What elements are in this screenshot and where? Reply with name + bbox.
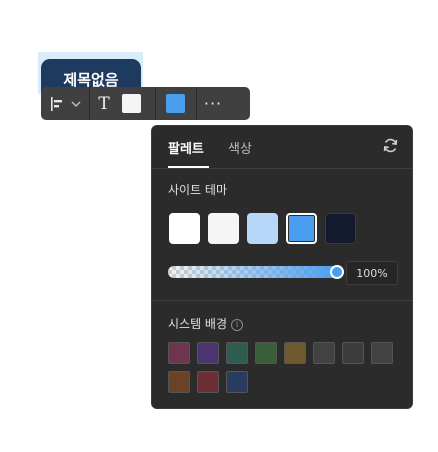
system-bg-swatches (168, 342, 398, 393)
system-bg-swatch[interactable] (342, 342, 364, 364)
tab-color[interactable]: 색상 (228, 138, 252, 157)
align-left-icon (50, 96, 62, 111)
opacity-value: 100% (356, 266, 388, 280)
theme-swatch[interactable] (208, 213, 239, 244)
system-bg-swatch[interactable] (197, 371, 219, 393)
align-dropdown-button[interactable] (41, 87, 89, 120)
text-style-button[interactable]: T (90, 87, 118, 120)
theme-swatch[interactable] (325, 213, 356, 244)
theme-swatch[interactable] (247, 213, 278, 244)
system-bg-swatch[interactable] (168, 342, 190, 364)
info-icon[interactable]: i (231, 319, 244, 331)
more-button[interactable]: ··· (197, 87, 229, 120)
system-bg-swatch[interactable] (168, 371, 190, 393)
theme-color-button[interactable] (156, 87, 194, 120)
tab-active-indicator (168, 166, 209, 168)
opacity-slider-thumb[interactable] (330, 265, 344, 279)
fill-color-button[interactable] (118, 87, 144, 120)
system-bg-title-row: 시스템 배경 i (168, 315, 244, 332)
system-bg-swatch[interactable] (226, 342, 248, 364)
theme-swatch[interactable] (169, 213, 200, 244)
section-divider (152, 300, 412, 301)
system-bg-title: 시스템 배경 (168, 317, 228, 331)
system-bg-swatch[interactable] (197, 342, 219, 364)
system-bg-swatch[interactable] (284, 342, 306, 364)
opacity-slider[interactable] (168, 265, 344, 279)
text-icon: T (98, 93, 110, 114)
system-bg-swatch[interactable] (313, 342, 335, 364)
refresh-icon[interactable] (382, 137, 399, 154)
opacity-input[interactable]: 100% (346, 261, 398, 285)
tab-palette[interactable]: 팔레트 (168, 138, 204, 157)
system-bg-swatch[interactable] (255, 342, 277, 364)
more-icon: ··· (203, 94, 223, 113)
theme-color-swatch (165, 94, 185, 113)
site-theme-swatches (169, 213, 356, 244)
system-bg-swatch[interactable] (371, 342, 393, 364)
chevron-down-icon (70, 100, 81, 107)
fill-color-swatch (121, 94, 141, 113)
node-toolbar: T ··· (41, 87, 250, 120)
color-palette-panel: 팔레트 색상 사이트 테마 100% 시스템 배경 i (151, 125, 413, 409)
theme-swatch-selected[interactable] (286, 213, 317, 244)
site-theme-title: 사이트 테마 (168, 183, 228, 197)
system-bg-swatch[interactable] (226, 371, 248, 393)
opacity-slider-track (168, 266, 339, 278)
panel-tabs: 팔레트 색상 (152, 126, 412, 169)
